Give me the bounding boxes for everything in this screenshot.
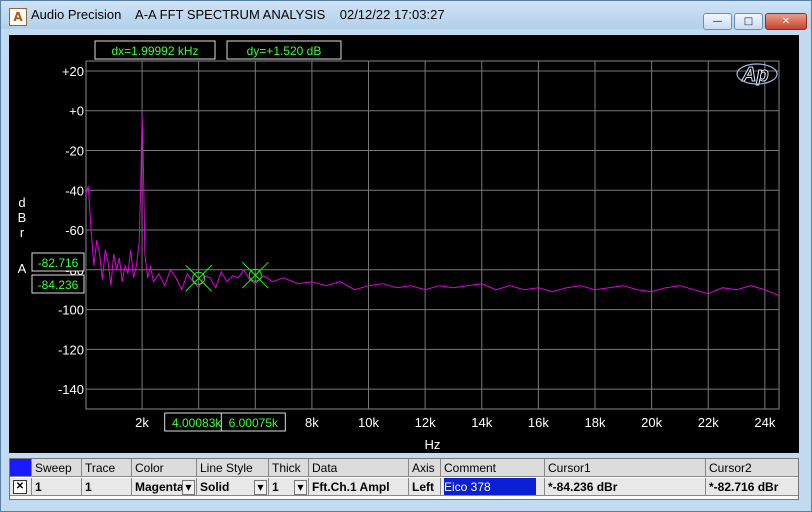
y-tick-label: -100 — [58, 303, 84, 318]
y-axis-label-letter: d — [18, 195, 25, 210]
cursor2-y-readout: -82.716 — [38, 256, 79, 270]
chevron-down-icon[interactable]: ▼ — [254, 480, 267, 495]
header-sweep[interactable]: Sweep — [32, 459, 82, 477]
header-color[interactable]: Color — [132, 459, 197, 477]
x-tick-label: 16k — [528, 415, 549, 430]
spectrum-plot[interactable]: 2k4k6k8k10k12k14k16k18k20k22k24k+20+0-20… — [9, 35, 799, 453]
data-cell[interactable]: Fft.Ch.1 Ampl — [309, 478, 409, 496]
y-tick-label: -120 — [58, 342, 84, 357]
series-line — [85, 114, 780, 297]
header-line-style[interactable]: Line Style — [197, 459, 269, 477]
maximize-button[interactable]: □ — [734, 13, 763, 30]
chevron-down-icon[interactable]: ▼ — [294, 480, 307, 495]
y-tick-label: -20 — [65, 143, 84, 158]
y-axis-label-letter: B — [18, 210, 27, 225]
plot-frame — [85, 60, 780, 410]
dy-readout: dy=+1.520 dB — [247, 44, 322, 58]
comment-cell[interactable]: Eico 378 — [441, 478, 545, 496]
y-tick-label: +20 — [62, 64, 84, 79]
trace-cell[interactable]: 1 — [82, 478, 132, 496]
cursor2-cell: *-82.716 dBr — [706, 478, 798, 496]
x-tick-label: 8k — [305, 415, 319, 430]
x-tick-label: 2k — [135, 415, 149, 430]
y-tick-label: -140 — [58, 382, 84, 397]
trace-table[interactable]: Sweep Trace Color Line Style Thick Data … — [9, 458, 799, 500]
cursor1-x-readout: 4.00083k — [172, 416, 222, 430]
header-axis[interactable]: Axis — [409, 459, 441, 477]
x-tick-label: 18k — [585, 415, 606, 430]
header-cursor1[interactable]: Cursor1 — [545, 459, 706, 477]
close-button[interactable]: ✕ — [765, 13, 807, 30]
minimize-button[interactable]: — — [703, 13, 732, 30]
comment-value[interactable]: Eico 378 — [444, 478, 536, 495]
application-window: A Audio Precision A-A FFT SPECTRUM ANALY… — [0, 0, 812, 512]
y-axis-label-letter: r — [20, 225, 25, 240]
cursor1-y-readout: -84.236 — [38, 278, 79, 292]
x-tick-label: 24k — [754, 415, 775, 430]
title-bar[interactable]: A Audio Precision A-A FFT SPECTRUM ANALY… — [1, 1, 811, 30]
app-logo-icon: A — [9, 8, 27, 26]
cursor2-x-readout: 6.00075k — [229, 416, 279, 430]
sweep-cell[interactable]: 1 — [32, 478, 82, 496]
y-tick-label: -60 — [65, 223, 84, 238]
x-axis-label: Hz — [425, 437, 441, 452]
window-title: Audio Precision A-A FFT SPECTRUM ANALYSI… — [31, 7, 445, 22]
x-tick-label: 14k — [471, 415, 492, 430]
header-thick[interactable]: Thick — [269, 459, 309, 477]
y-tick-label: -40 — [65, 183, 84, 198]
trace-enable-cell: ✕ — [10, 478, 32, 496]
dx-readout: dx=1.99992 kHz — [111, 44, 198, 58]
cursor1-cell: *-84.236 dBr — [545, 478, 706, 496]
y-tick-label: +0 — [69, 104, 84, 119]
x-tick-label: 12k — [415, 415, 436, 430]
header-cursor2[interactable]: Cursor2 — [706, 459, 798, 477]
thick-value: 1 — [272, 480, 279, 494]
header-comment[interactable]: Comment — [441, 459, 545, 477]
header-trace[interactable]: Trace — [82, 459, 132, 477]
color-value: Magenta — [135, 480, 184, 494]
channel-label: A — [18, 261, 27, 276]
axis-cell[interactable]: Left — [409, 478, 441, 496]
line-style-select[interactable]: Solid ▼ — [197, 478, 269, 496]
color-select[interactable]: Magenta ▼ — [132, 478, 197, 496]
thick-select[interactable]: 1 ▼ — [269, 478, 309, 496]
x-tick-label: 22k — [698, 415, 719, 430]
chevron-down-icon[interactable]: ▼ — [182, 480, 195, 495]
x-tick-label: 20k — [641, 415, 662, 430]
trace-color-swatch — [10, 459, 32, 477]
header-data[interactable]: Data — [309, 459, 409, 477]
x-tick-label: 10k — [358, 415, 379, 430]
line-style-value: Solid — [200, 480, 230, 494]
trace-enable-checkbox[interactable]: ✕ — [13, 480, 27, 494]
